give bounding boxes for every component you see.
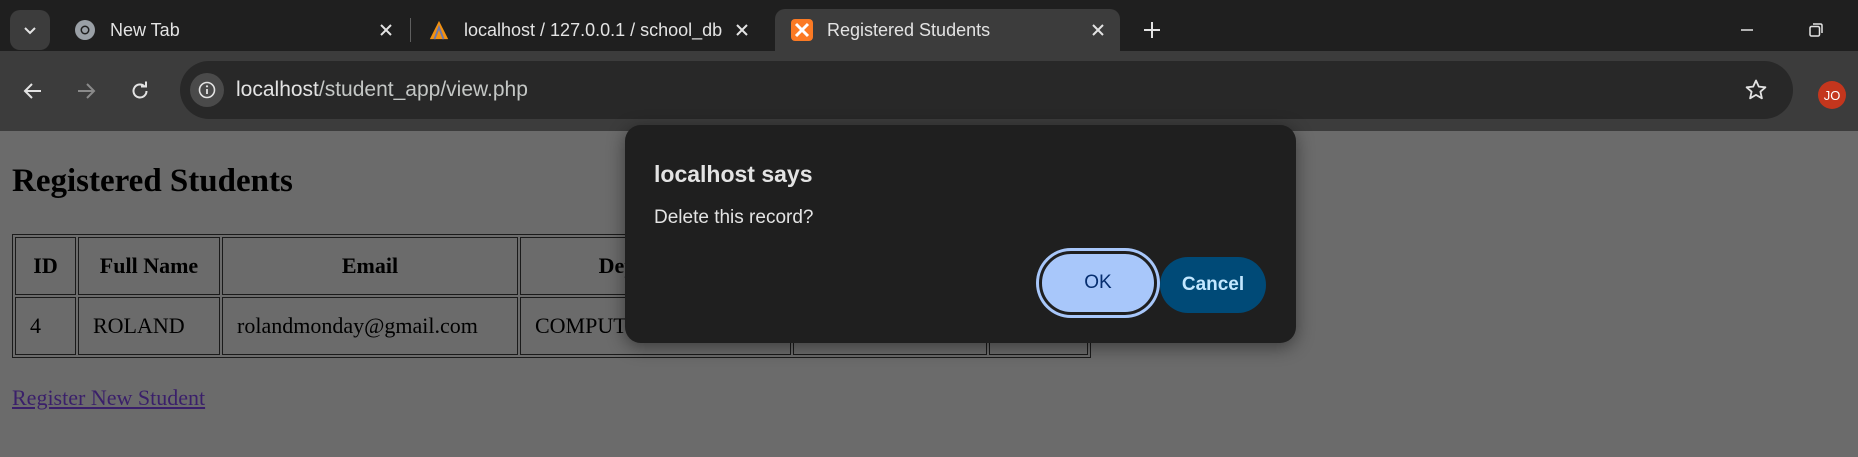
minimize-icon	[1741, 29, 1753, 31]
close-tab-icon[interactable]	[728, 16, 756, 44]
dialog-message: Delete this record?	[654, 207, 814, 228]
url-host: localhost	[236, 78, 319, 101]
table-cell: ROLAND	[78, 297, 220, 355]
tab-separator	[410, 18, 411, 42]
tab-new-tab[interactable]: New Tab	[58, 9, 408, 51]
forward-button[interactable]	[68, 73, 104, 109]
arrow-left-icon	[23, 83, 41, 99]
ok-button[interactable]: OK	[1039, 251, 1157, 315]
phpmyadmin-icon	[428, 19, 450, 41]
reload-icon	[132, 81, 148, 99]
chevron-down-icon	[24, 27, 36, 35]
bookmark-star-icon[interactable]	[1741, 75, 1771, 105]
arrow-right-icon	[78, 83, 96, 99]
tab-title: Registered Students	[827, 19, 991, 40]
chrome-icon	[74, 19, 96, 41]
tab-strip: New Tab localhost / 127.0.0.1 / school_d…	[0, 0, 1858, 51]
tab-phpmyadmin[interactable]: localhost / 127.0.0.1 / school_db	[412, 9, 764, 51]
tab-search-button[interactable]	[10, 10, 50, 50]
table-cell: rolandmonday@gmail.com	[222, 297, 518, 355]
reload-button[interactable]	[122, 73, 158, 109]
dialog-title: localhost says	[654, 161, 813, 187]
plus-icon	[1144, 22, 1160, 38]
close-tab-icon[interactable]	[1084, 16, 1112, 44]
profile-avatar[interactable]: JO	[1818, 81, 1846, 109]
tab-registered-students[interactable]: Registered Students	[775, 9, 1120, 51]
url-path: /student_app/view.php	[318, 78, 528, 101]
tab-title: localhost / 127.0.0.1 / school_db	[464, 19, 723, 40]
back-button[interactable]	[15, 73, 51, 109]
restore-icon	[1809, 23, 1823, 37]
table-cell: 4	[15, 297, 76, 355]
browser-toolbar: localhost/student_app/view.php JO	[0, 51, 1858, 131]
xampp-icon	[791, 19, 813, 41]
column-header: Email	[222, 237, 518, 295]
column-header: ID	[15, 237, 76, 295]
minimize-button[interactable]	[1730, 14, 1764, 46]
restore-button[interactable]	[1799, 14, 1833, 46]
tab-title: New Tab	[110, 19, 180, 40]
close-tab-icon[interactable]	[372, 16, 400, 44]
new-tab-button[interactable]	[1136, 14, 1168, 46]
register-new-student-link[interactable]: Register New Student	[12, 385, 205, 411]
confirm-dialog: localhost says Delete this record? OK Ca…	[625, 125, 1296, 343]
page-title: Registered Students	[12, 163, 293, 199]
url-text[interactable]: localhost/student_app/view.php	[236, 78, 528, 102]
cancel-button[interactable]: Cancel	[1160, 257, 1266, 313]
address-bar[interactable]: localhost/student_app/view.php	[180, 61, 1793, 119]
site-info-icon[interactable]	[190, 73, 224, 107]
column-header: Full Name	[78, 237, 220, 295]
